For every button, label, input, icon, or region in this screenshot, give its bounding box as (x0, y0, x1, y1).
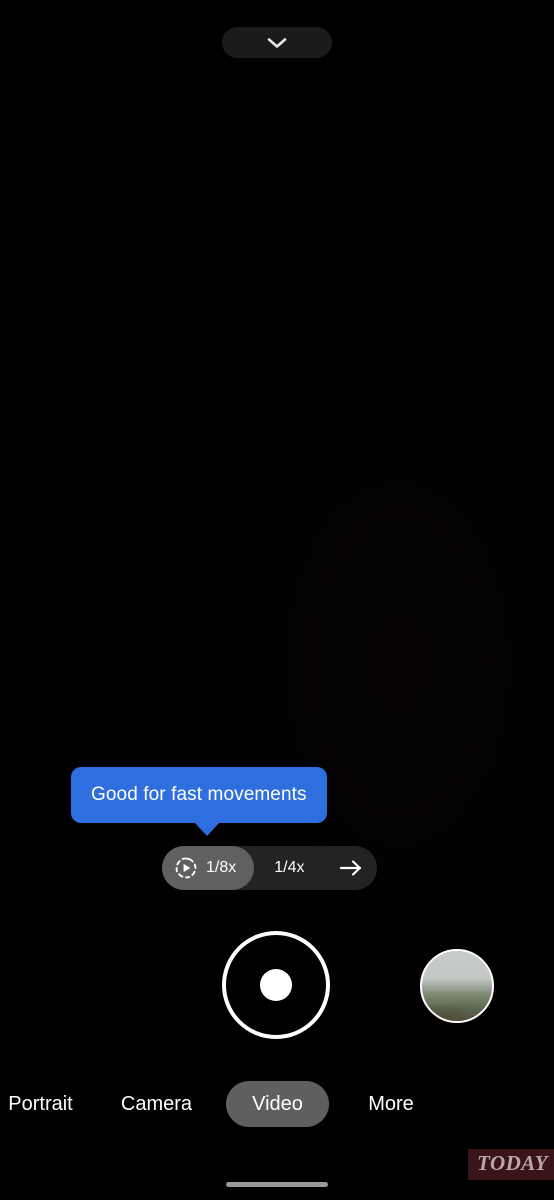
speed-option-label: 1/8x (206, 859, 237, 876)
tooltip-bubble: Good for fast movements (71, 767, 327, 823)
mode-tab-portrait[interactable]: Portrait (0, 1081, 93, 1127)
tooltip-text: Good for fast movements (91, 784, 307, 805)
mode-tab-label: More (368, 1092, 414, 1115)
mode-tab-label: Camera (120, 1092, 193, 1115)
watermark-text: TODAY (477, 1151, 548, 1175)
speed-option-selected[interactable]: 1/8x (162, 846, 255, 890)
mode-tab-video[interactable]: Video (226, 1081, 329, 1127)
speed-option-label: 1/4x (274, 859, 305, 876)
camera-app-screen: Good for fast movements 1/8x 1/4x Portra… (0, 0, 554, 1200)
gallery-thumbnail-image (422, 951, 492, 1021)
camera-viewfinder[interactable] (0, 0, 554, 1070)
mode-tab-label: Video (252, 1092, 303, 1115)
slow-motion-speed-selector[interactable]: 1/8x 1/4x (162, 846, 377, 890)
arrow-right-icon (339, 858, 363, 878)
camera-mode-tabs[interactable]: Portrait Camera Video More (0, 1081, 554, 1127)
slow-motion-icon (175, 857, 197, 879)
thumbnail-terrain (422, 1000, 492, 1021)
mode-tab-label: Portrait (8, 1092, 73, 1115)
gallery-thumbnail-button[interactable] (420, 949, 494, 1023)
speed-tooltip: Good for fast movements (71, 767, 327, 836)
speed-next-button[interactable] (325, 846, 377, 890)
expand-settings-pill[interactable] (222, 27, 332, 58)
mode-tab-more[interactable]: More (340, 1081, 442, 1127)
shutter-inner-dot (260, 969, 292, 1001)
chevron-down-icon (267, 37, 287, 49)
shutter-button[interactable] (222, 931, 330, 1039)
tooltip-tail (194, 822, 220, 836)
mode-tab-camera[interactable]: Camera (104, 1081, 209, 1127)
home-indicator[interactable] (226, 1182, 328, 1187)
watermark: TODAY (468, 1149, 554, 1180)
speed-option[interactable]: 1/4x (254, 846, 324, 890)
